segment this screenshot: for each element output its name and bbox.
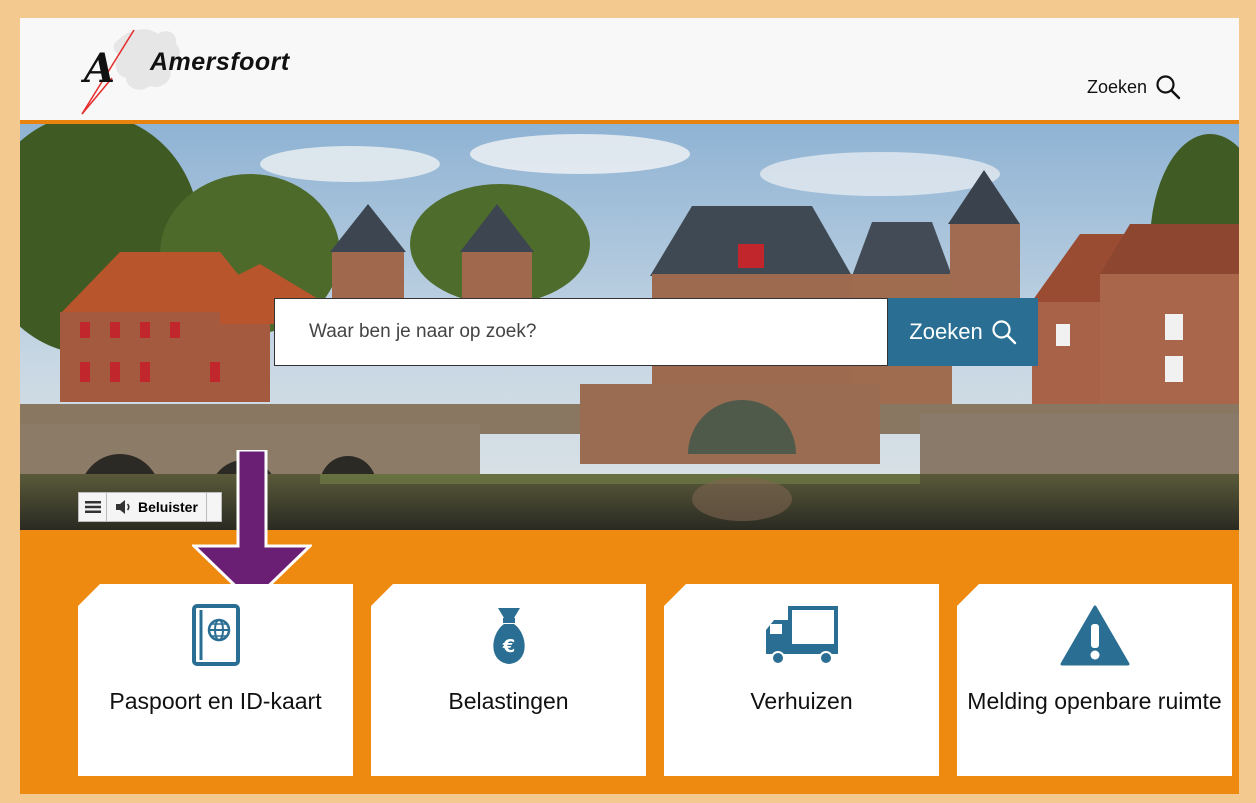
header-search-label: Zoeken bbox=[1086, 76, 1147, 97]
svg-text:A: A bbox=[80, 45, 115, 92]
search-input[interactable] bbox=[274, 298, 888, 366]
card-verhuizen[interactable]: Verhuizen bbox=[664, 584, 939, 776]
hamburger-icon[interactable] bbox=[79, 493, 107, 521]
search-button-label: Zoeken bbox=[909, 319, 983, 344]
card-label: Belastingen bbox=[448, 688, 569, 714]
search-button[interactable]: Zoeken bbox=[888, 298, 1038, 366]
card-melding[interactable]: Melding openbare ruimte bbox=[957, 584, 1232, 776]
quick-links: Paspoort en ID-kaart € Belastingen Verhu… bbox=[78, 584, 1233, 776]
card-label: Paspoort en ID-kaart bbox=[109, 688, 322, 714]
hero-search-bar: Zoeken bbox=[274, 298, 1038, 366]
warning-icon bbox=[1060, 605, 1129, 666]
listen-label: Beluister bbox=[138, 499, 198, 515]
header-search-link[interactable]: Zoeken bbox=[1087, 74, 1181, 100]
search-icon bbox=[1156, 75, 1181, 100]
money-bag-icon: € bbox=[492, 608, 525, 664]
annotation-arrow-icon bbox=[192, 450, 312, 604]
card-label: Melding openbare ruimte bbox=[967, 688, 1222, 714]
site-header: A Amersfoort Zoeken bbox=[20, 18, 1239, 124]
svg-text:€: € bbox=[501, 636, 515, 657]
search-icon bbox=[992, 320, 1016, 345]
truck-icon bbox=[765, 606, 838, 665]
amersfoort-logo[interactable]: A Amersfoort bbox=[78, 20, 289, 116]
card-label: Verhuizen bbox=[750, 688, 853, 714]
card-paspoort[interactable]: Paspoort en ID-kaart bbox=[78, 584, 353, 776]
logo-text: Amersfoort bbox=[150, 48, 290, 76]
passport-icon bbox=[191, 604, 240, 666]
card-belastingen[interactable]: € Belastingen bbox=[371, 584, 646, 776]
speaker-icon bbox=[116, 500, 130, 514]
page-frame: A Amersfoort Zoeken Waar ben je naar op … bbox=[20, 18, 1239, 794]
